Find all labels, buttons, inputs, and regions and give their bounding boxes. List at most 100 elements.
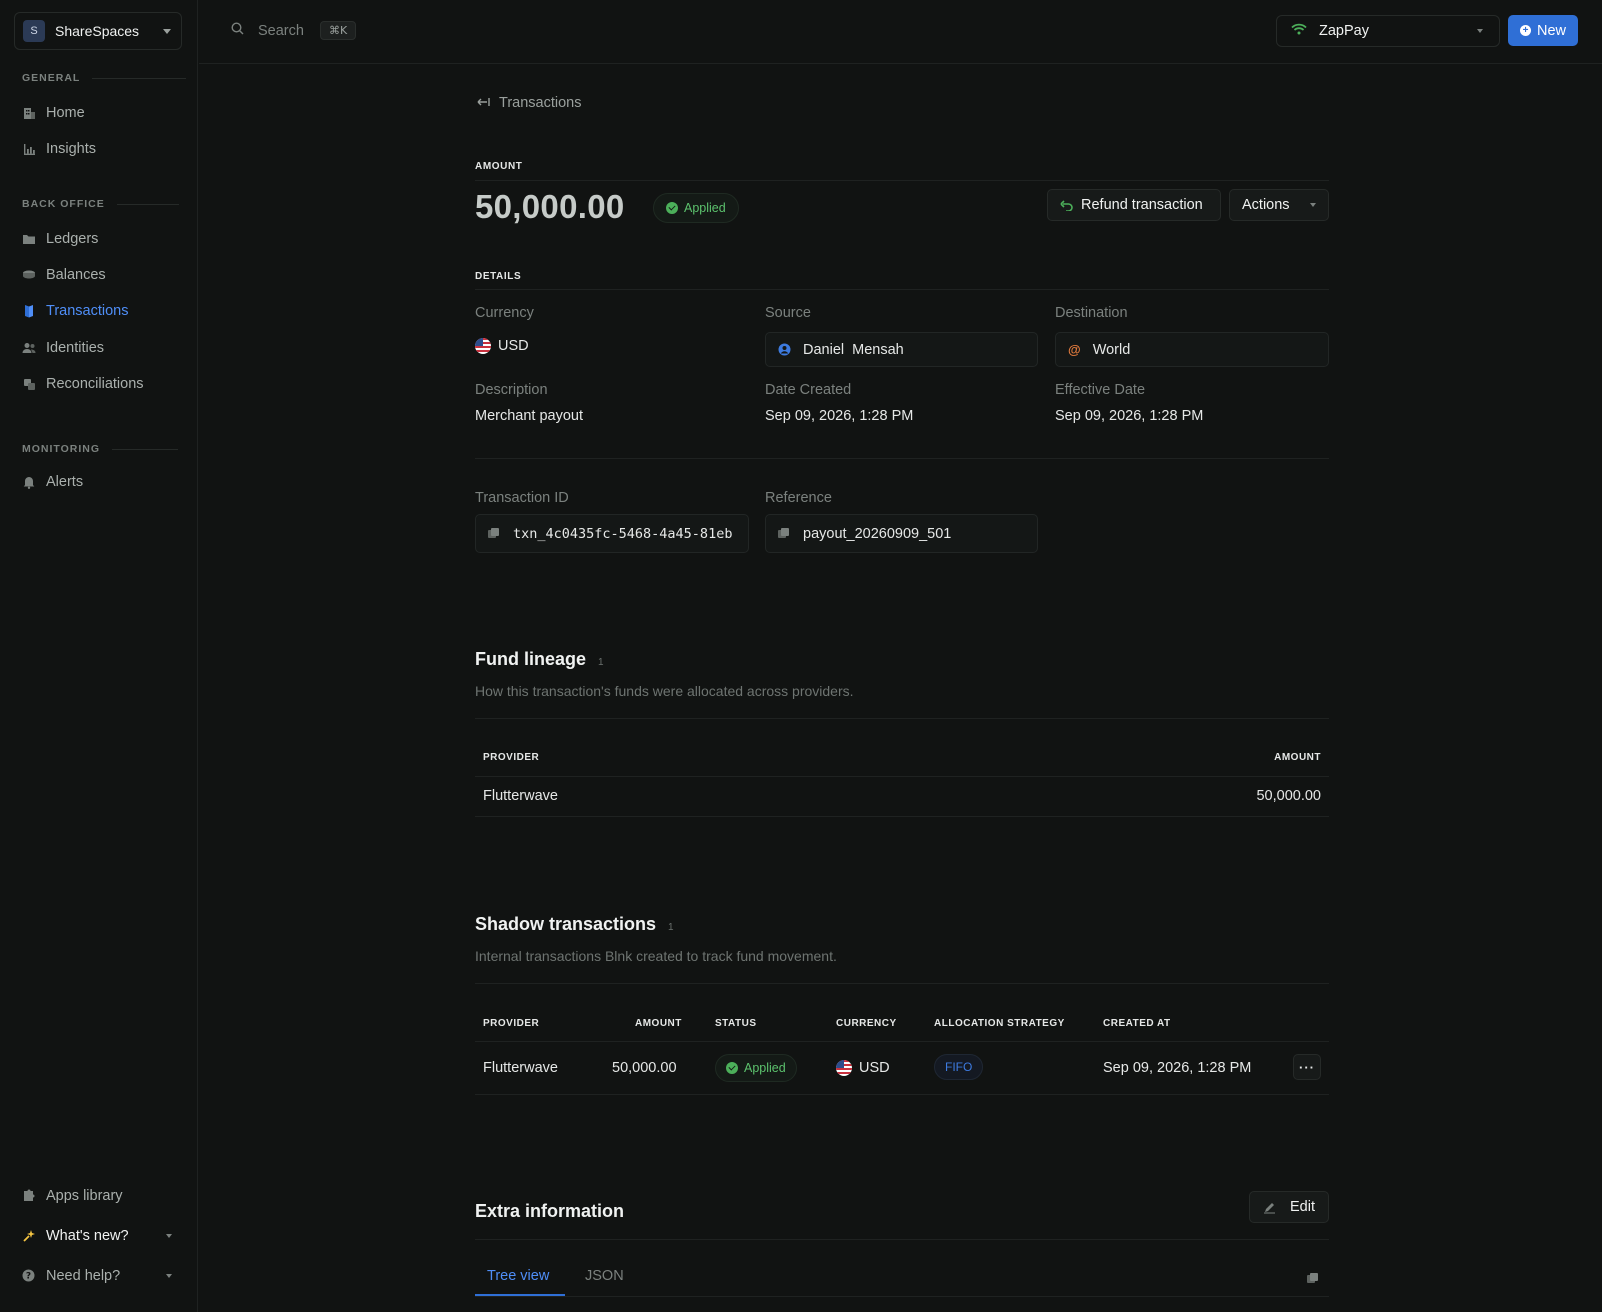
column-header-provider: PROVIDER bbox=[483, 752, 540, 763]
details-caption: DETAILS bbox=[475, 271, 522, 282]
back-to-transactions-link[interactable]: Transactions bbox=[477, 95, 581, 111]
source-field[interactable]: Daniel Mensah bbox=[765, 332, 1038, 367]
sidebar-item-label: Transactions bbox=[46, 303, 129, 319]
cell-currency: USD bbox=[836, 1060, 890, 1076]
more-horizontal-icon: ··· bbox=[1299, 1059, 1315, 1075]
search-icon bbox=[231, 22, 244, 39]
shadow-transactions-title: Shadow transactions 1 bbox=[475, 914, 674, 934]
need-help-link[interactable]: ? Need help? bbox=[22, 1268, 172, 1284]
sidebar-item-label: Insights bbox=[46, 141, 96, 157]
sidebar-item-label: Ledgers bbox=[46, 231, 99, 247]
cell-created-at: Sep 09, 2026, 1:28 PM bbox=[1103, 1060, 1252, 1076]
effective-date-value: Sep 09, 2026, 1:28 PM bbox=[1055, 408, 1204, 424]
reference-field[interactable]: payout_20260909_501 bbox=[765, 514, 1038, 553]
sidebar-item-transactions[interactable]: Transactions bbox=[22, 299, 128, 323]
sidebar-item-balances[interactable]: Balances bbox=[22, 263, 106, 287]
column-header-status: STATUS bbox=[715, 1018, 757, 1029]
allocation-strategy-badge: FIFO bbox=[934, 1054, 984, 1080]
sidebar-item-label: Alerts bbox=[46, 474, 84, 490]
sidebar-item-reconciliations[interactable]: Reconciliations bbox=[22, 372, 144, 396]
column-header-amount: AMOUNT bbox=[1274, 752, 1321, 763]
cell-provider: Flutterwave bbox=[483, 788, 558, 804]
user-circle-icon bbox=[778, 343, 791, 356]
check-circle-icon bbox=[726, 1062, 738, 1074]
workspace-switcher[interactable]: S ShareSpaces bbox=[14, 12, 182, 50]
sparkle-icon bbox=[22, 1229, 36, 1243]
row-more-button[interactable]: ··· bbox=[1293, 1054, 1321, 1080]
description-value: Merchant payout bbox=[475, 408, 584, 424]
copy-icon bbox=[1307, 1273, 1318, 1284]
cell-amount: 50,000.00 bbox=[1256, 788, 1321, 804]
transaction-id-field[interactable]: txn_4c0435fc-5468-4a45-81eb bbox=[475, 514, 749, 553]
copy-icon[interactable] bbox=[778, 528, 789, 539]
date-created-value: Sep 09, 2026, 1:28 PM bbox=[765, 408, 914, 424]
shadow-transactions-count: 1 bbox=[668, 922, 674, 933]
transaction-id-label: Transaction ID bbox=[475, 490, 569, 506]
destination-field[interactable]: @ World bbox=[1055, 332, 1329, 367]
whats-new-link[interactable]: What's new? bbox=[22, 1228, 172, 1244]
new-button[interactable]: + New bbox=[1508, 15, 1578, 46]
chevron-down-icon bbox=[163, 28, 171, 34]
chevron-down-icon bbox=[166, 1234, 172, 1238]
check-circle-icon bbox=[666, 202, 678, 214]
copy-icon[interactable] bbox=[488, 528, 499, 539]
sidebar-item-insights[interactable]: Insights bbox=[22, 137, 96, 161]
sidebar-item-label: Identities bbox=[46, 340, 105, 356]
refund-transaction-button[interactable]: Refund transaction bbox=[1047, 189, 1221, 221]
chevron-down-icon bbox=[1477, 29, 1483, 33]
edit-button[interactable]: Edit bbox=[1249, 1191, 1329, 1223]
currency-label: Currency bbox=[475, 305, 534, 321]
status-badge: Applied bbox=[715, 1054, 797, 1082]
divider bbox=[475, 180, 1329, 181]
apps-library-link[interactable]: Apps library bbox=[22, 1188, 172, 1204]
cell-amount: 50,000.00 bbox=[612, 1060, 677, 1076]
cell-provider: Flutterwave bbox=[483, 1060, 558, 1076]
sidebar-item-alerts[interactable]: Alerts bbox=[22, 470, 83, 494]
coins-icon bbox=[22, 268, 36, 282]
date-created-label: Date Created bbox=[765, 382, 852, 398]
fund-lineage-title: Fund lineage 1 bbox=[475, 649, 604, 669]
sidebar-item-label: Reconciliations bbox=[46, 376, 144, 392]
building-icon bbox=[22, 106, 36, 120]
search-input[interactable]: Search ⌘K bbox=[231, 21, 357, 40]
effective-date-label: Effective Date bbox=[1055, 382, 1146, 398]
sidebar-item-home[interactable]: Home bbox=[22, 101, 85, 125]
divider bbox=[475, 1041, 1329, 1042]
us-flag-icon bbox=[475, 338, 491, 354]
section-label-general: GENERAL bbox=[22, 72, 187, 84]
section-label-back-office: BACK OFFICE bbox=[22, 198, 179, 210]
sidebar-item-ledgers[interactable]: Ledgers bbox=[22, 227, 98, 251]
column-header-currency: CURRENCY bbox=[836, 1018, 897, 1029]
sidebar-item-label: Home bbox=[46, 105, 85, 121]
help-icon: ? bbox=[22, 1269, 36, 1283]
divider bbox=[475, 983, 1329, 984]
sidebar: S ShareSpaces GENERAL Home Insights BACK… bbox=[0, 0, 198, 1312]
copy-json-button[interactable] bbox=[1307, 1271, 1318, 1287]
tab-json[interactable]: JSON bbox=[585, 1268, 624, 1284]
section-label-monitoring: MONITORING bbox=[22, 443, 179, 455]
divider bbox=[475, 776, 1329, 777]
folder-icon bbox=[22, 232, 36, 246]
divider bbox=[475, 289, 1329, 290]
sidebar-item-label: Balances bbox=[46, 267, 106, 283]
at-sign-icon: @ bbox=[1068, 342, 1081, 357]
tab-tree-view[interactable]: Tree view bbox=[487, 1268, 549, 1284]
status-badge: Applied bbox=[653, 193, 739, 223]
extra-information-title: Extra information bbox=[475, 1201, 625, 1221]
currency-value: USD bbox=[475, 338, 529, 354]
plus-icon: + bbox=[1519, 25, 1531, 36]
undo-icon bbox=[1060, 199, 1073, 211]
actions-dropdown[interactable]: Actions bbox=[1229, 189, 1329, 221]
pencil-icon bbox=[1263, 1201, 1276, 1214]
arrow-left-icon bbox=[477, 95, 491, 111]
sidebar-item-identities[interactable]: Identities bbox=[22, 336, 104, 360]
divider bbox=[475, 1296, 1329, 1297]
puzzle-icon bbox=[22, 1189, 36, 1203]
divider bbox=[475, 458, 1329, 459]
reconcile-icon bbox=[22, 377, 36, 391]
chevron-down-icon bbox=[166, 1274, 172, 1278]
users-icon bbox=[22, 341, 36, 355]
divider bbox=[475, 718, 1329, 719]
fund-lineage-count: 1 bbox=[598, 657, 604, 668]
us-flag-icon bbox=[836, 1060, 852, 1076]
